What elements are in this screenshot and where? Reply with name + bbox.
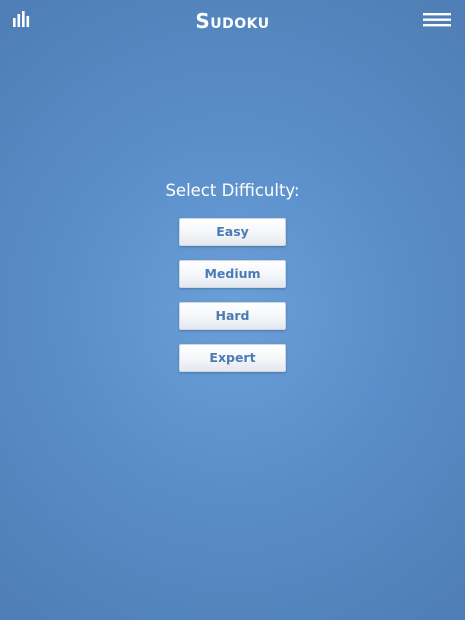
app-title: Sudoku (195, 9, 270, 33)
difficulty-medium-button[interactable]: Medium (179, 260, 286, 288)
difficulty-options: Easy Medium Hard Expert (179, 218, 286, 386)
difficulty-panel: Select Difficulty: Easy Medium Hard Expe… (0, 178, 465, 372)
app-header: Sudoku (0, 0, 465, 42)
menu-button[interactable] (421, 12, 453, 28)
difficulty-expert-button[interactable]: Expert (179, 344, 286, 372)
difficulty-easy-button[interactable]: Easy (179, 218, 286, 246)
difficulty-heading: Select Difficulty: (165, 181, 300, 200)
hamburger-menu-icon (423, 13, 451, 27)
difficulty-hard-button[interactable]: Hard (179, 302, 286, 330)
